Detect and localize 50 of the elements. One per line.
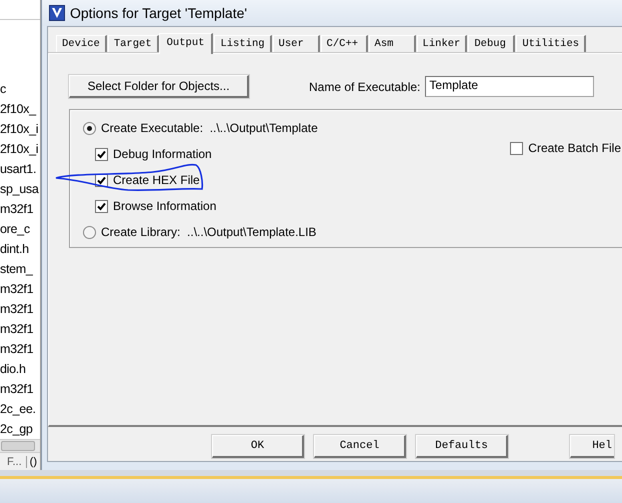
app-icon	[49, 5, 65, 21]
dialog-button[interactable]: OK	[212, 435, 304, 458]
help-button[interactable]: Hel	[570, 435, 614, 458]
tab[interactable]: C/C++	[320, 35, 368, 53]
file-list-item[interactable]: 2c_gp	[0, 418, 40, 439]
checkbox-label: Debug Information	[113, 147, 212, 161]
checkbox[interactable]	[95, 148, 108, 160]
checkbox[interactable]	[95, 200, 108, 212]
executable-name-label: Name of Executable:	[309, 80, 420, 94]
file-list-item[interactable]: m32f1	[0, 198, 40, 219]
file-list-item[interactable]: sp_usa	[0, 178, 40, 199]
tab[interactable]: Listing	[214, 35, 272, 53]
file-list-item[interactable]: m32f1	[0, 278, 40, 299]
checkbox-label: Create Batch File	[528, 141, 621, 155]
file-list-item[interactable]: m32f1	[0, 298, 40, 319]
radio-button[interactable]	[83, 122, 96, 134]
file-list-item[interactable]: m32f1	[0, 338, 40, 359]
tab[interactable]: Debug	[468, 35, 516, 53]
tab[interactable]: Utilities	[516, 35, 586, 53]
file-list-item[interactable]: m32f1	[0, 378, 40, 399]
file-list-item[interactable]: stem_	[0, 258, 40, 279]
tab[interactable]: Asm	[368, 35, 416, 53]
file-list-item[interactable]: 2f10x_i	[0, 138, 40, 159]
file-list-item[interactable]: ore_c	[0, 218, 40, 239]
file-list-item[interactable]: dint.h	[0, 238, 40, 259]
tab[interactable]: Target	[108, 35, 159, 53]
radio-label: Create Library: ..\..\Output\Template.LIB	[101, 225, 316, 239]
tab[interactable]: Linker	[416, 35, 468, 53]
dialog-button[interactable]: Cancel	[314, 435, 406, 458]
file-list-item[interactable]: dio.h	[0, 358, 40, 379]
radio-button[interactable]	[83, 226, 96, 238]
select-folder-button[interactable]: Select Folder for Objects...	[69, 75, 249, 98]
scrollbar-thumb[interactable]	[1, 440, 35, 452]
executable-name-field[interactable]: Template	[425, 76, 594, 97]
checkbox-label: Create HEX File	[113, 173, 200, 187]
file-list-item[interactable]: 2f10x_i	[0, 118, 40, 139]
dialog-button[interactable]: Defaults	[416, 435, 508, 458]
file-list-item[interactable]: 2c_ee.	[0, 398, 40, 419]
file-list-item[interactable]: m32f1	[0, 318, 40, 339]
tab[interactable]: Device	[56, 35, 107, 53]
file-list-item[interactable]: 2f10x_	[0, 98, 40, 119]
file-list-item[interactable]: usart1.	[0, 158, 40, 179]
checkbox-label: Browse Information	[113, 199, 216, 213]
checkbox[interactable]	[510, 142, 524, 154]
tab[interactable]: Output	[158, 33, 214, 54]
radio-label: Create Executable: ..\..\Output\Template	[101, 121, 318, 135]
status-tab[interactable]: F...	[0, 456, 26, 468]
tab[interactable]: User	[272, 35, 320, 53]
window-title: Options for Target 'Template'	[70, 5, 248, 21]
file-list-item[interactable]: c	[0, 78, 40, 99]
